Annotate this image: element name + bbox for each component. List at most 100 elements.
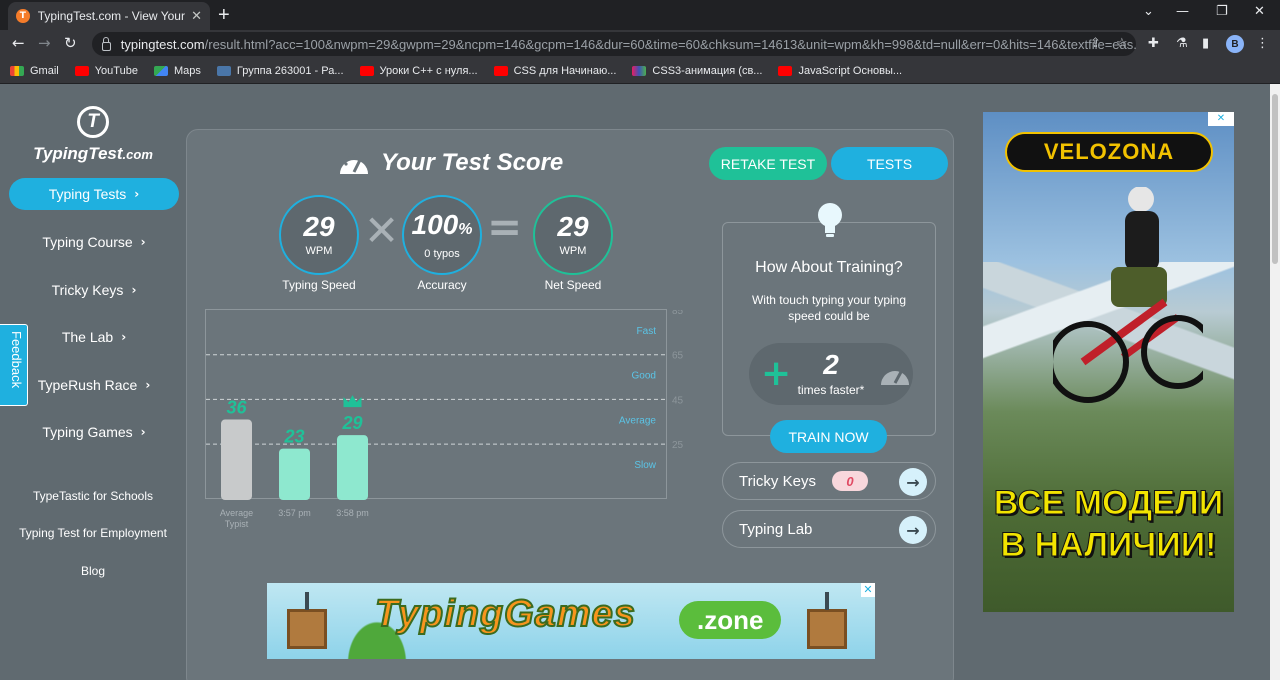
tricky-keys-count-badge: 0 [831, 471, 868, 491]
y-tick-label: 45 [672, 395, 684, 406]
accuracy-caption: Accuracy [417, 278, 467, 292]
arrow-right-icon[interactable]: → [899, 468, 927, 496]
x-tick-label: Typist [225, 519, 249, 529]
level-label: Slow [634, 460, 656, 471]
vk-icon [216, 65, 231, 76]
training-title: How About Training? [755, 259, 903, 276]
url-host: typingtest.com [120, 36, 205, 52]
y-tick-label: 85 [672, 310, 684, 317]
close-ad-icon[interactable]: ✕ [861, 583, 875, 597]
scroll-thumb[interactable] [1272, 94, 1278, 264]
bookmark-star-icon[interactable]: ☆ [1116, 36, 1128, 51]
lightbulb-icon [818, 203, 842, 237]
chevron-right-icon: › [131, 283, 137, 297]
gmail-icon [10, 65, 24, 76]
browser-tabbar: T TypingTest.com - View Your Typing Test… [0, 0, 1280, 30]
minimize-icon[interactable]: — [1176, 4, 1189, 19]
side-panel-icon[interactable]: ▮ [1202, 36, 1209, 51]
retake-test-button[interactable]: RETAKE TEST [709, 147, 827, 180]
chevron-right-icon: › [121, 330, 127, 344]
site-logo[interactable]: TypingTest.com [0, 144, 186, 164]
bar-value-label: 29 [341, 413, 362, 433]
lab-flask-icon[interactable]: ⚗ [1176, 36, 1188, 51]
bookmark-js[interactable]: JavaScript Основы... [778, 65, 902, 77]
training-box: How About Training? With touch typing yo… [722, 203, 936, 436]
typingtest-favicon-icon: T [16, 9, 30, 23]
speedometer-icon [340, 154, 368, 174]
arrow-right-icon[interactable]: → [899, 516, 927, 544]
result-card: Your Test Score RETAKE TEST TESTS 29 WPM… [186, 129, 954, 680]
browser-toolbar: ← → ↻ typingtest.com /result.html?acc=10… [0, 30, 1280, 58]
reload-icon[interactable]: ↻ [64, 34, 77, 52]
forward-arrow-icon[interactable]: → [38, 34, 51, 52]
bar-value-label: 36 [226, 398, 247, 418]
bookmark-maps[interactable]: Maps [153, 65, 201, 77]
bookmarks-bar: Gmail YouTube Maps Группа 263001 - Ра...… [0, 58, 1280, 84]
crown-icon [343, 395, 362, 408]
typing-lab-link[interactable]: Typing Lab → [722, 510, 936, 548]
bookmark-cpp[interactable]: Уроки С++ с нуля... [359, 65, 478, 77]
tests-button[interactable]: TESTS [831, 147, 948, 180]
faster-pill: + 2 times faster* [749, 343, 913, 405]
tricky-keys-link[interactable]: Tricky Keys 0 → [722, 462, 936, 500]
page-title: Your Test Score [337, 148, 563, 178]
chart-bar [279, 448, 310, 500]
extensions-puzzle-icon[interactable]: ✚ [1148, 36, 1159, 51]
speedometer-icon [881, 371, 909, 385]
chevron-down-icon[interactable]: ⌄ [1143, 4, 1154, 19]
chevron-right-icon: › [145, 378, 151, 392]
maps-icon [153, 65, 168, 76]
link-typetastic[interactable]: TypeTastic for Schools [0, 489, 186, 503]
bookmark-gmail[interactable]: Gmail [10, 65, 59, 77]
level-label: Average [619, 415, 657, 426]
x-tick-label: 3:57 pm [278, 508, 311, 518]
sidebar-item-typing-course[interactable]: Typing Course › [9, 226, 179, 258]
tab-close-icon[interactable]: ✕ [191, 8, 202, 24]
chart-bar [337, 435, 368, 500]
bar-value-label: 23 [283, 427, 304, 447]
bookmark-css3[interactable]: CSS3-анимация (св... [632, 65, 762, 77]
net-speed-caption: Net Speed [544, 278, 602, 292]
browser-tab[interactable]: T TypingTest.com - View Your Typing Test… [8, 2, 210, 30]
sidebar-item-typerush-race[interactable]: TypeRush Race › [9, 369, 179, 401]
ad-tagline: ВСЕ МОДЕЛИ В НАЛИЧИИ! [993, 484, 1224, 565]
level-label: Fast [637, 326, 657, 337]
y-tick-label: 65 [672, 351, 684, 362]
bookmark-youtube[interactable]: YouTube [74, 65, 138, 77]
sidebar-item-the-lab[interactable]: The Lab › [9, 321, 179, 353]
level-label: Good [632, 371, 656, 382]
feedback-tab[interactable]: Feedback [0, 324, 28, 406]
net-speed-circle: 29 WPM [533, 195, 613, 275]
profile-avatar[interactable]: B [1226, 35, 1244, 53]
close-window-icon[interactable]: ✕ [1254, 4, 1265, 19]
menu-kebab-icon[interactable]: ⋮ [1256, 36, 1269, 51]
youtube-icon [359, 65, 374, 76]
typingtest-logo-icon[interactable]: T [77, 106, 109, 138]
youtube-icon [493, 65, 508, 76]
sidebar-item-tricky-keys[interactable]: Tricky Keys › [9, 274, 179, 306]
link-employment[interactable]: Typing Test for Employment [0, 526, 186, 540]
train-now-button[interactable]: TRAIN NOW [770, 420, 887, 453]
page-scrollbar[interactable] [1270, 84, 1280, 680]
bookmark-css[interactable]: CSS для Начинаю... [493, 65, 616, 77]
ad-info-close-icon[interactable]: ✕ [1208, 112, 1234, 126]
y-tick-label: 25 [672, 440, 684, 451]
bookmark-group[interactable]: Группа 263001 - Ра... [216, 65, 344, 77]
sidebar-item-typing-tests[interactable]: Typing Tests › [9, 178, 179, 210]
back-arrow-icon[interactable]: ← [12, 34, 25, 52]
chevron-right-icon: › [134, 187, 140, 201]
crate-icon [287, 592, 327, 649]
maximize-icon[interactable]: ❐ [1216, 4, 1228, 19]
mountain-bike-rider-image [1053, 187, 1203, 403]
link-blog[interactable]: Blog [0, 564, 186, 578]
typing-games-banner-ad[interactable]: TypingGames .zone ✕ [267, 583, 875, 659]
address-bar[interactable]: typingtest.com /result.html?acc=100&nwpm… [92, 32, 1136, 56]
banner-brand: TypingGames [374, 592, 636, 636]
speed-chart-svg: 85Fast65Good45Average25Slow36AverageTypi… [206, 310, 684, 529]
typing-speed-caption: Typing Speed [282, 278, 356, 292]
share-icon[interactable]: ⇪ [1090, 36, 1101, 51]
sidebar-item-typing-games[interactable]: Typing Games › [9, 416, 179, 448]
velozona-side-ad[interactable]: VELOZONA ВСЕ МОДЕЛИ В НАЛИЧИИ! ✕ [983, 112, 1234, 612]
new-tab-icon[interactable]: + [218, 5, 230, 25]
lock-icon[interactable] [102, 36, 111, 51]
